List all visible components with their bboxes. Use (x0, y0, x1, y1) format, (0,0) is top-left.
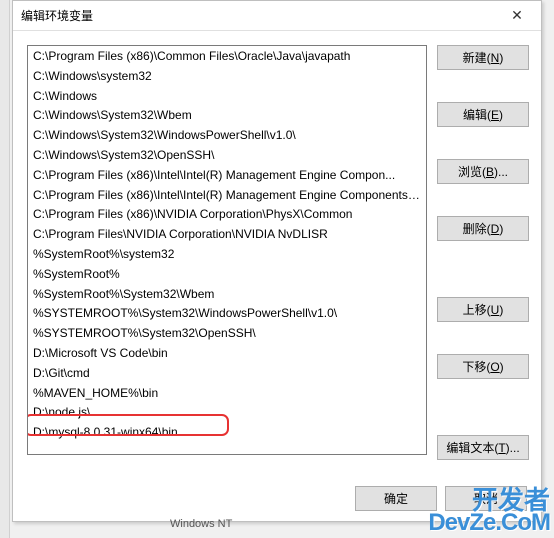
list-item[interactable]: C:\Program Files (x86)\NVIDIA Corporatio… (28, 205, 426, 225)
list-item[interactable]: C:\Program Files (x86)\Intel\Intel(R) Ma… (28, 166, 426, 186)
list-item[interactable]: %SystemRoot% (28, 265, 426, 285)
list-item[interactable]: D:\Git\cmd (28, 364, 426, 384)
list-item[interactable]: D:\mysql-8.0.31-winx64\bin (28, 423, 426, 443)
delete-button[interactable]: 删除(D) (437, 216, 529, 241)
list-item[interactable]: C:\Windows\System32\Wbem (28, 106, 426, 126)
list-item[interactable]: D:\Microsoft VS Code\bin (28, 344, 426, 364)
ok-button[interactable]: 确定 (355, 486, 437, 511)
list-item[interactable]: C:\Windows\System32\WindowsPowerShell\v1… (28, 126, 426, 146)
list-item[interactable]: C:\Program Files (x86)\Common Files\Orac… (28, 47, 426, 67)
edittext-button[interactable]: 编辑文本(T)... (437, 435, 529, 460)
cancel-button[interactable]: 取消 (445, 486, 527, 511)
background-text: Windows NT (170, 518, 232, 530)
list-item[interactable]: %SystemRoot%\system32 (28, 245, 426, 265)
moveup-button[interactable]: 上移(U) (437, 297, 529, 322)
list-item[interactable]: %SYSTEMROOT%\System32\OpenSSH\ (28, 324, 426, 344)
browse-button[interactable]: 浏览(B)... (437, 159, 529, 184)
list-item[interactable]: %MAVEN_HOME%\bin (28, 384, 426, 404)
list-item[interactable]: %SystemRoot%\System32\Wbem (28, 285, 426, 305)
new-button[interactable]: 新建(N) (437, 45, 529, 70)
dialog-title: 编辑环境变量 (21, 7, 93, 24)
button-column: 新建(N) 编辑(E) 浏览(B)... 删除(D) 上移(U) 下移(O) 编… (437, 45, 529, 468)
movedown-button[interactable]: 下移(O) (437, 354, 529, 379)
list-item[interactable]: %SYSTEMROOT%\System32\WindowsPowerShell\… (28, 304, 426, 324)
list-item[interactable]: C:\Program Files (x86)\Intel\Intel(R) Ma… (28, 186, 426, 206)
left-background-strip (0, 0, 10, 538)
titlebar: 编辑环境变量 ✕ (13, 1, 541, 31)
close-button[interactable]: ✕ (497, 2, 537, 30)
list-item[interactable]: C:\Windows (28, 87, 426, 107)
list-item[interactable]: C:\Windows\System32\OpenSSH\ (28, 146, 426, 166)
close-icon: ✕ (511, 7, 523, 24)
list-item[interactable]: C:\Windows\system32 (28, 67, 426, 87)
edit-env-var-dialog: 编辑环境变量 ✕ C:\Program Files (x86)\Common F… (12, 0, 542, 522)
list-item[interactable]: C:\Program Files\NVIDIA Corporation\NVID… (28, 225, 426, 245)
list-item[interactable]: D:\node.js\ (28, 403, 426, 423)
dialog-content: C:\Program Files (x86)\Common Files\Orac… (13, 31, 541, 476)
path-listbox[interactable]: C:\Program Files (x86)\Common Files\Orac… (27, 45, 427, 455)
dialog-action-buttons: 确定 取消 (355, 486, 527, 511)
edit-button[interactable]: 编辑(E) (437, 102, 529, 127)
